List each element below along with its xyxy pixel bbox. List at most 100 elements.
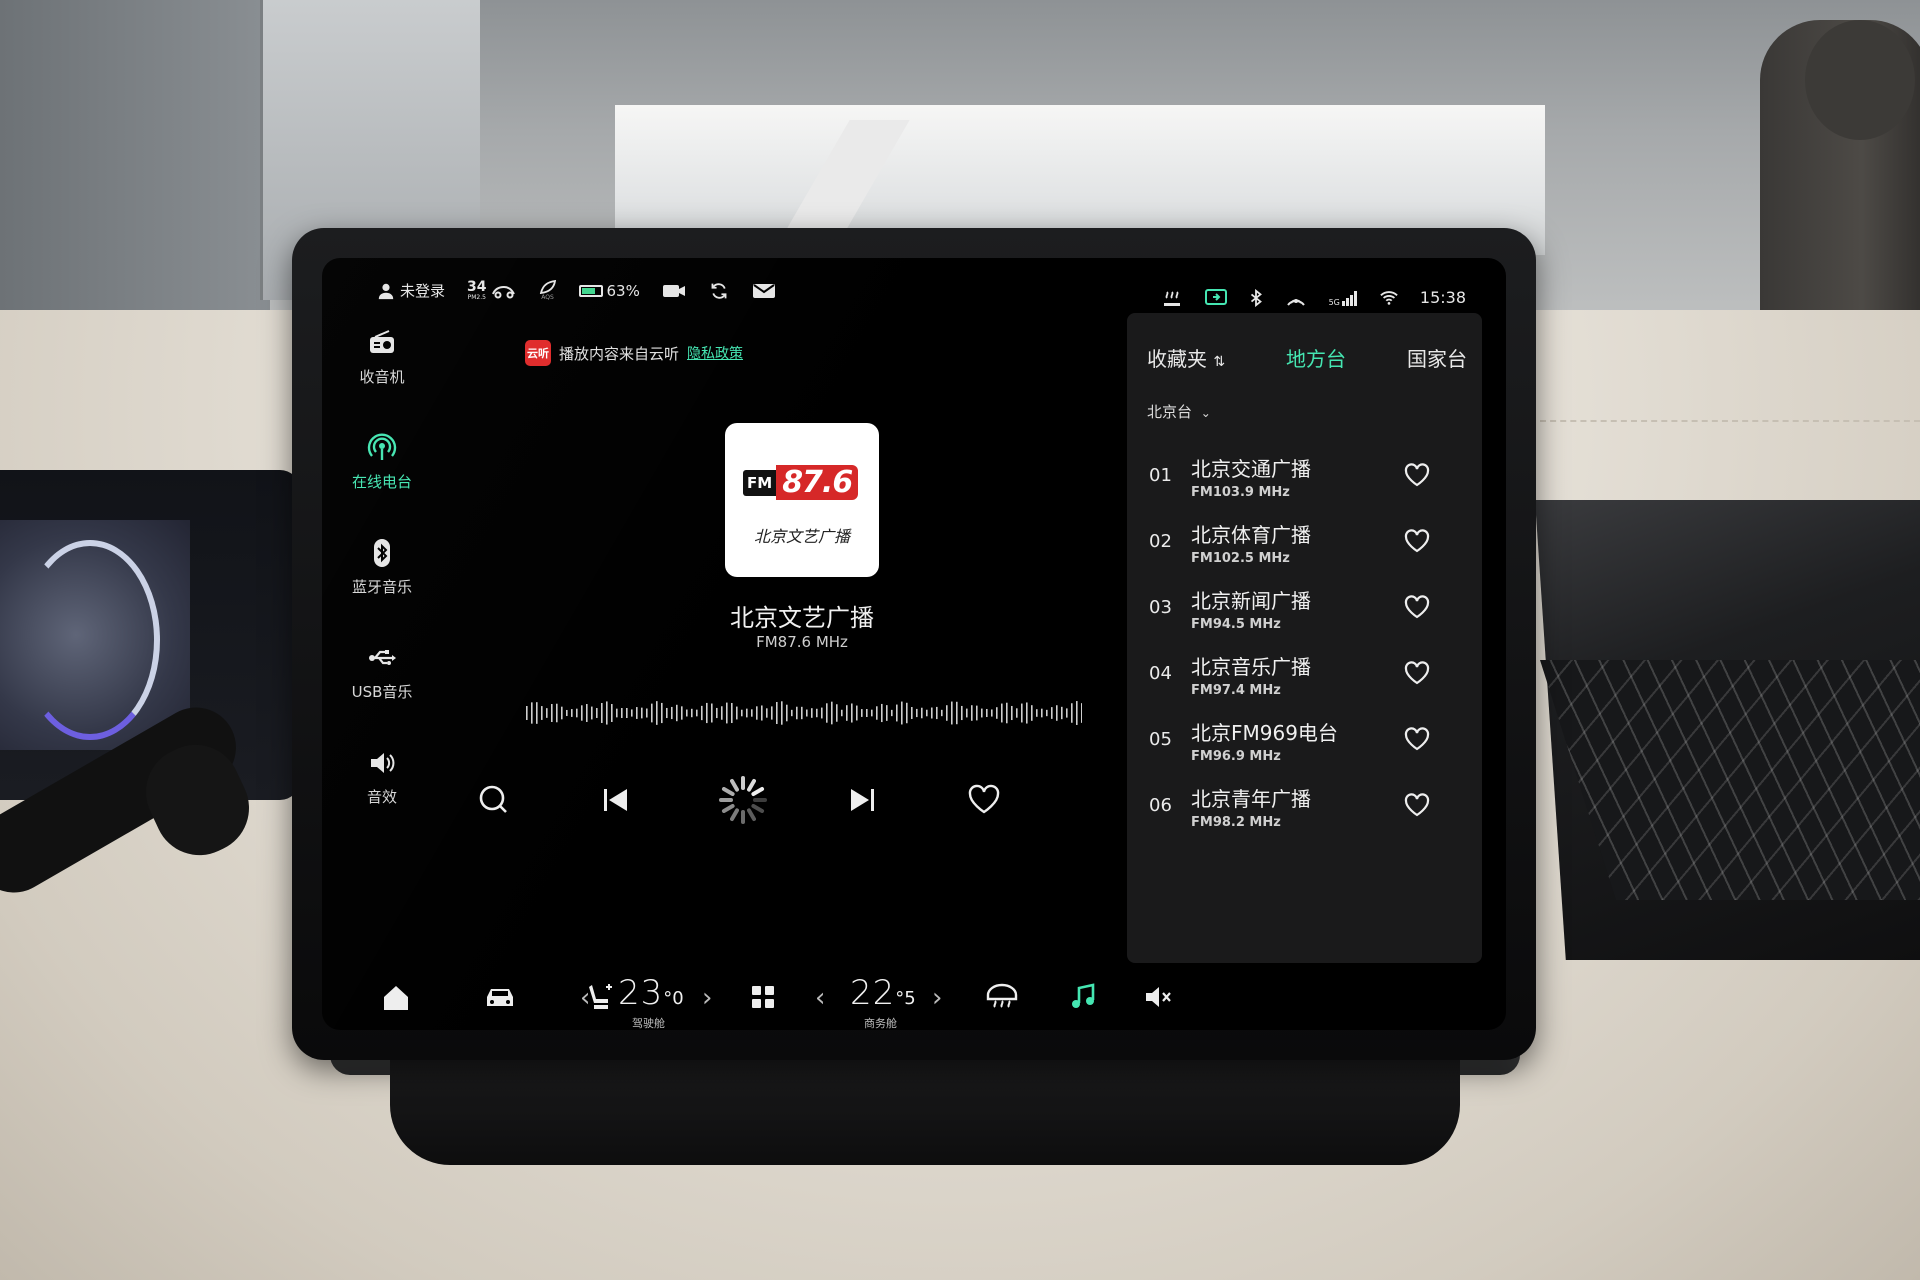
nav-sound-effects-label: 音效 <box>366 788 397 806</box>
waveform-bar <box>791 709 793 717</box>
nav-sound-effects[interactable]: 音效 <box>322 748 442 807</box>
waveform-bar <box>1071 703 1073 723</box>
online-radio-icon <box>367 433 397 463</box>
station-frequency: FM96.9 MHz <box>1191 749 1281 764</box>
waveform-bar <box>676 704 678 722</box>
rear-zone-label: 商务舱 <box>864 1017 897 1030</box>
station-number: 06 <box>1149 795 1172 816</box>
heart-icon[interactable] <box>1402 592 1432 622</box>
battery-icon <box>578 284 603 297</box>
waveform-bar <box>946 705 948 721</box>
tab-local[interactable]: 地方台 <box>1286 343 1346 372</box>
waveform-bar <box>751 709 753 717</box>
waveform-bar <box>526 706 528 720</box>
cover-calligraphy: 北京文艺广播 <box>753 527 850 546</box>
nav-radio-label: 收音机 <box>359 368 405 386</box>
cellular-signal: 5G <box>1329 289 1358 307</box>
rear-defrost-icon[interactable] <box>984 981 1020 1013</box>
rear-temp-down-icon[interactable]: ‹ <box>815 983 825 1013</box>
waveform-bar <box>766 708 768 718</box>
tab-favorites[interactable]: 收藏夹 ⇅ <box>1147 343 1225 372</box>
waveform-bar <box>616 708 618 718</box>
waveform-bar <box>806 709 808 717</box>
driver-temp-down-icon[interactable]: ‹ <box>580 983 590 1013</box>
waveform-bar <box>1046 709 1048 717</box>
favorite-icon[interactable] <box>962 778 1006 822</box>
nav-bluetooth-music[interactable]: 蓝牙音乐 <box>322 538 442 597</box>
station-cover[interactable]: FM 87.6 北京文艺广播 <box>725 423 879 577</box>
seat-heat-icon[interactable] <box>1161 289 1183 307</box>
signal-label: 5G <box>1328 297 1340 307</box>
waveform-bar <box>786 704 788 722</box>
heart-icon[interactable] <box>1402 460 1432 490</box>
waveform-bar <box>1026 702 1028 724</box>
nav-usb-music[interactable]: USB音乐 <box>322 643 442 702</box>
waveform-bar <box>836 704 838 722</box>
mail-icon[interactable] <box>752 282 776 300</box>
station-frequency: FM98.2 MHz <box>1191 815 1281 830</box>
showroom-wall <box>0 0 270 320</box>
waveform-bar <box>736 706 738 720</box>
waveform-bar <box>911 707 913 719</box>
aqi-value: 34 <box>467 279 487 295</box>
waveform-bar <box>596 708 598 718</box>
spinner-segment <box>751 787 765 796</box>
driver-temperature[interactable]: 23°0 驾驶舱 <box>618 973 684 1030</box>
camera-icon[interactable] <box>662 282 686 300</box>
privacy-policy-link[interactable]: 隐私政策 <box>687 343 743 363</box>
sync-icon[interactable] <box>708 282 730 300</box>
search-icon[interactable] <box>472 778 516 822</box>
region-label: 北京台 <box>1147 403 1193 421</box>
mute-icon[interactable] <box>1142 981 1174 1013</box>
screen-cast-icon[interactable] <box>1204 288 1227 307</box>
nav-online-radio[interactable]: 在线电台 <box>322 433 442 492</box>
nav-bluetooth-music-label: 蓝牙音乐 <box>351 578 412 596</box>
heart-icon[interactable] <box>1402 790 1432 820</box>
waveform-bar <box>841 709 843 717</box>
waveform-bar <box>726 702 728 724</box>
station-number: 05 <box>1149 729 1172 750</box>
car-icon[interactable] <box>482 981 518 1013</box>
waveform-bar <box>1056 705 1058 721</box>
tab-national[interactable]: 国家台 <box>1407 343 1467 372</box>
waveform-bar <box>1051 707 1053 719</box>
waveform-bar <box>581 705 583 721</box>
driver-temp-up-icon[interactable]: › <box>702 983 712 1013</box>
waveform-bar <box>776 701 778 725</box>
waveform-bar <box>921 707 923 719</box>
bluetooth-icon <box>367 538 397 568</box>
station-number: 02 <box>1149 531 1172 552</box>
station-row[interactable]: 06 北京青年广播 FM98.2 MHz <box>1127 773 1482 853</box>
heart-icon[interactable] <box>1402 526 1432 556</box>
nav-radio[interactable]: 收音机 <box>322 328 442 387</box>
waveform-bar <box>896 704 898 722</box>
next-icon[interactable] <box>840 778 884 822</box>
previous-icon[interactable] <box>594 778 638 822</box>
spinner-segment <box>721 804 735 813</box>
apps-grid-icon[interactable] <box>749 981 777 1013</box>
waveform-bar <box>731 702 733 724</box>
rear-temp-up-icon[interactable]: › <box>932 983 942 1013</box>
loading-spinner-icon[interactable] <box>717 774 769 826</box>
cover-fm-badge: FM 87.6 <box>743 465 859 500</box>
waveform-bar <box>991 709 993 717</box>
heart-icon[interactable] <box>1402 724 1432 754</box>
home-icon[interactable] <box>380 981 412 1013</box>
account-status[interactable]: 未登录 <box>377 280 445 301</box>
yunting-logo: 云听 <box>525 340 551 366</box>
waveform-bar <box>1006 702 1008 724</box>
status-bar-left: 未登录 34 PM2.5 AQS 63% <box>377 280 776 301</box>
spinner-segment <box>730 808 739 822</box>
rear-temperature[interactable]: 22°5 商务舱 <box>850 973 916 1030</box>
music-note-icon[interactable] <box>1067 981 1099 1013</box>
waveform-bar <box>531 702 533 724</box>
waveform-bar <box>551 704 553 722</box>
heart-icon[interactable] <box>1402 658 1432 688</box>
rear-temp-dec: 5 <box>904 988 916 1009</box>
waveform-bar <box>861 709 863 717</box>
waveform-bar <box>866 709 868 717</box>
waveform-bar <box>796 706 798 720</box>
waveform-bar <box>821 707 823 719</box>
region-selector[interactable]: 北京台 ⌄ <box>1147 401 1211 422</box>
bottom-dock: ‹ 23°0 驾驶舱 › ‹ 22°5 商务舱 › <box>322 973 1506 1030</box>
